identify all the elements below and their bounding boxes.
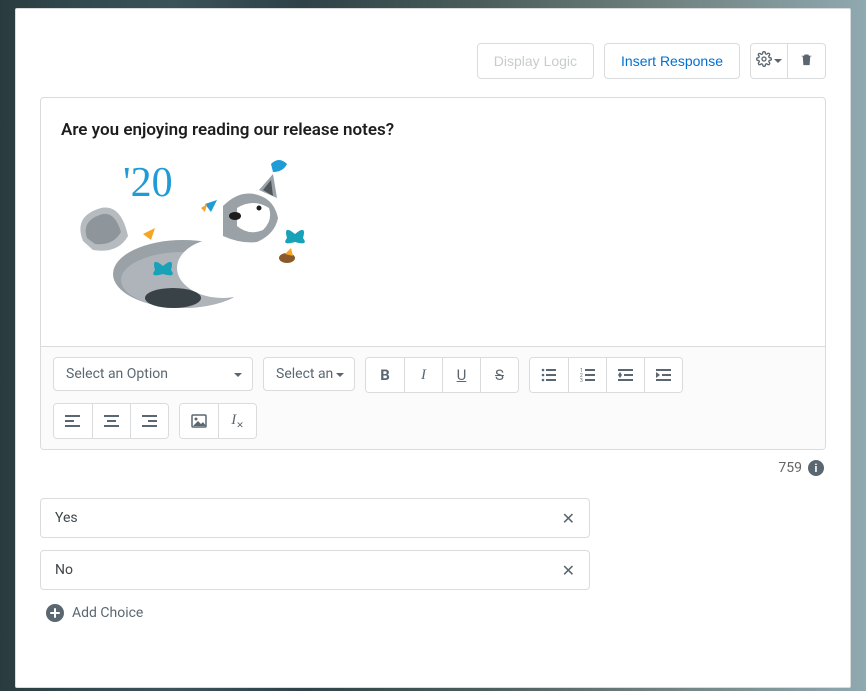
year-label: '20 (123, 160, 173, 206)
character-counter-row: 759 i (40, 460, 824, 476)
add-choice-button[interactable]: Add Choice (46, 604, 826, 622)
font-size-select[interactable]: Select an (263, 357, 355, 391)
media-clear-group: I✕ (179, 403, 257, 439)
align-center-icon (104, 413, 120, 429)
indent-button[interactable] (644, 358, 682, 392)
italic-button[interactable]: I (404, 358, 442, 392)
top-actions: Display Logic Insert Response (40, 43, 826, 79)
italic-icon: I (421, 367, 426, 384)
underline-icon: U (457, 366, 467, 384)
clear-formatting-button[interactable]: I✕ (218, 404, 256, 438)
align-group (53, 403, 169, 439)
font-family-label: Select an Option (66, 366, 168, 382)
align-right-icon (142, 413, 158, 429)
choice-row[interactable]: Yes ✕ (40, 498, 590, 538)
font-size-label: Select an (276, 366, 333, 382)
chevron-down-icon (774, 59, 782, 63)
plus-circle-icon (46, 604, 64, 622)
add-choice-label: Add Choice (72, 605, 143, 621)
bold-icon: B (380, 366, 390, 384)
underline-button[interactable]: U (442, 358, 480, 392)
gear-icon (756, 51, 772, 71)
settings-delete-group (750, 43, 826, 79)
numbered-list-button[interactable]: 123 (568, 358, 606, 392)
editor-card: Are you enjoying reading our release not… (40, 97, 826, 450)
align-left-button[interactable] (54, 404, 92, 438)
clear-format-icon: I✕ (231, 412, 244, 431)
font-family-select[interactable]: Select an Option (53, 357, 253, 391)
remove-choice-button[interactable]: ✕ (562, 561, 575, 580)
chevron-down-icon (336, 373, 344, 377)
display-logic-button[interactable]: Display Logic (477, 43, 594, 79)
text-style-group: B I U S (365, 357, 519, 393)
close-icon: ✕ (562, 509, 575, 528)
question-text: Are you enjoying reading our release not… (61, 120, 803, 140)
bold-button[interactable]: B (366, 358, 404, 392)
svg-text:3: 3 (580, 378, 583, 383)
align-right-button[interactable] (130, 404, 168, 438)
trash-icon (799, 52, 814, 71)
remove-choice-button[interactable]: ✕ (562, 509, 575, 528)
choice-label: Yes (55, 510, 78, 526)
insert-image-button[interactable] (180, 404, 218, 438)
chevron-down-icon (234, 373, 242, 377)
question-canvas[interactable]: Are you enjoying reading our release not… (41, 98, 825, 346)
align-center-button[interactable] (92, 404, 130, 438)
choice-row[interactable]: No ✕ (40, 550, 590, 590)
outdent-icon (618, 367, 634, 383)
choices-list: Yes ✕ No ✕ (40, 498, 826, 590)
delete-button[interactable] (788, 43, 826, 79)
info-icon[interactable]: i (808, 460, 824, 476)
settings-dropdown-button[interactable] (750, 43, 788, 79)
character-count: 759 (778, 460, 802, 476)
bullet-list-icon (541, 367, 557, 383)
image-icon (191, 413, 207, 429)
align-left-icon (65, 413, 81, 429)
rich-text-toolbar: Select an Option Select an B I U S (41, 346, 825, 449)
list-indent-group: 123 (529, 357, 683, 393)
question-editor-panel: Display Logic Insert Response (15, 8, 851, 688)
outdent-button[interactable] (606, 358, 644, 392)
strikethrough-icon: S (495, 366, 504, 384)
choice-label: No (55, 562, 73, 578)
strikethrough-button[interactable]: S (480, 358, 518, 392)
wolf-illustration (80, 174, 278, 308)
insert-response-button[interactable]: Insert Response (604, 43, 740, 79)
indent-icon (656, 367, 672, 383)
release-illustration: '20 (73, 146, 333, 316)
close-icon: ✕ (562, 561, 575, 580)
bullet-list-button[interactable] (530, 358, 568, 392)
numbered-list-icon: 123 (580, 367, 596, 383)
